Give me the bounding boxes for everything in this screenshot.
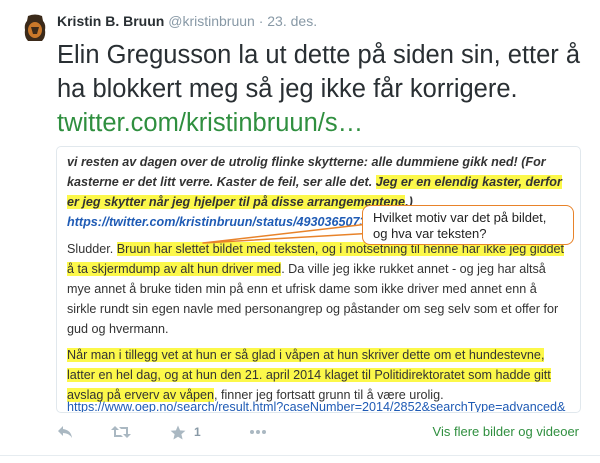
avatar-image — [22, 14, 48, 42]
tweet-timestamp[interactable]: 23. des. — [267, 13, 317, 29]
avatar[interactable] — [22, 14, 48, 42]
favorite-button[interactable]: 1 — [170, 422, 201, 442]
favorite-count: 1 — [194, 425, 201, 439]
tweet-body: Elin Gregusson la ut dette på siden sin,… — [57, 41, 581, 103]
header-separator: · — [258, 13, 264, 29]
view-more-media-link[interactable]: Vis flere bilder og videoer — [433, 424, 579, 439]
reply-button[interactable] — [57, 422, 73, 442]
tweet-actions: 1 Vis flere bilder og videoer — [57, 420, 587, 446]
tweet-link[interactable]: twitter.com/kristinbruun/s… — [57, 109, 363, 137]
more-options-icon — [250, 430, 266, 434]
retweet-icon — [111, 426, 131, 438]
favorite-star-icon — [170, 425, 186, 439]
more-options-button[interactable] — [250, 422, 266, 442]
retweet-button[interactable] — [111, 422, 131, 442]
callout-pointer — [202, 222, 378, 244]
tweet-header: Kristin B. Bruun @kristinbruun · 23. des… — [57, 10, 597, 32]
annotation-callout: Hvilket motiv var det på bildet, og hva … — [362, 205, 574, 245]
media-attachment[interactable]: vi resten av dagen over de utrolig flink… — [56, 146, 581, 413]
reply-icon — [58, 426, 72, 438]
author-username[interactable]: @kristinbruun — [168, 13, 255, 29]
tweet-divider — [0, 455, 600, 456]
author-fullname[interactable]: Kristin B. Bruun — [57, 13, 164, 29]
tweet-text: Elin Gregusson la ut dette på siden sin,… — [57, 38, 597, 140]
